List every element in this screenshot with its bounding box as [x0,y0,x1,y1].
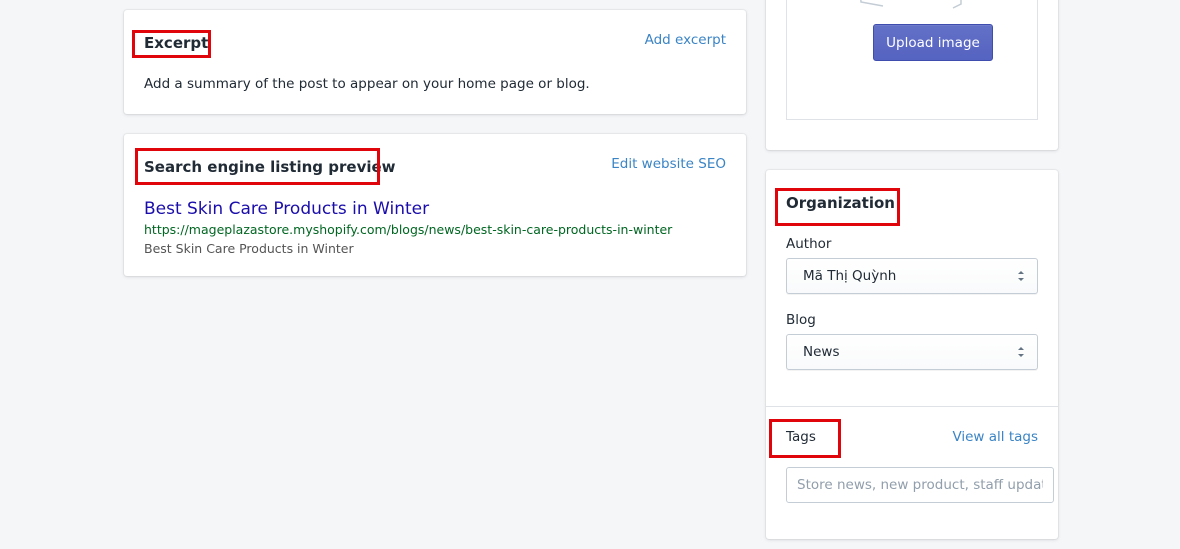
image-placeholder-icon [860,0,962,9]
select-arrows-icon [1018,347,1024,357]
seo-title: Search engine listing preview [144,158,396,176]
tags-title: Tags [786,429,816,445]
blog-value: News [803,344,840,360]
seo-card: Search engine listing preview Edit websi… [124,134,746,276]
blog-label: Blog [786,312,816,328]
upload-image-button[interactable]: Upload image [873,24,993,61]
seo-preview-title[interactable]: Best Skin Care Products in Winter [144,199,429,219]
blog-select[interactable]: News [786,334,1038,370]
image-card: Upload image [766,0,1058,150]
organization-card: Organization Author Mã Thị Quỳnh Blog Ne… [766,170,1058,539]
excerpt-description: Add a summary of the post to appear on y… [144,76,590,92]
tags-input[interactable] [786,467,1054,503]
author-label: Author [786,236,832,252]
image-dropzone[interactable]: Upload image [786,0,1038,120]
add-excerpt-link[interactable]: Add excerpt [645,32,726,48]
edit-website-seo-link[interactable]: Edit website SEO [611,156,726,172]
seo-preview-description: Best Skin Care Products in Winter [144,241,354,256]
author-select[interactable]: Mã Thị Quỳnh [786,258,1038,294]
excerpt-card: Excerpt Add excerpt Add a summary of the… [124,10,746,114]
excerpt-title: Excerpt [144,34,209,52]
author-value: Mã Thị Quỳnh [803,268,897,284]
select-arrows-icon [1018,271,1024,281]
organization-title: Organization [786,194,895,212]
seo-preview-url: https://mageplazastore.myshopify.com/blo… [144,222,673,237]
view-all-tags-link[interactable]: View all tags [952,429,1038,445]
section-divider [766,406,1058,407]
